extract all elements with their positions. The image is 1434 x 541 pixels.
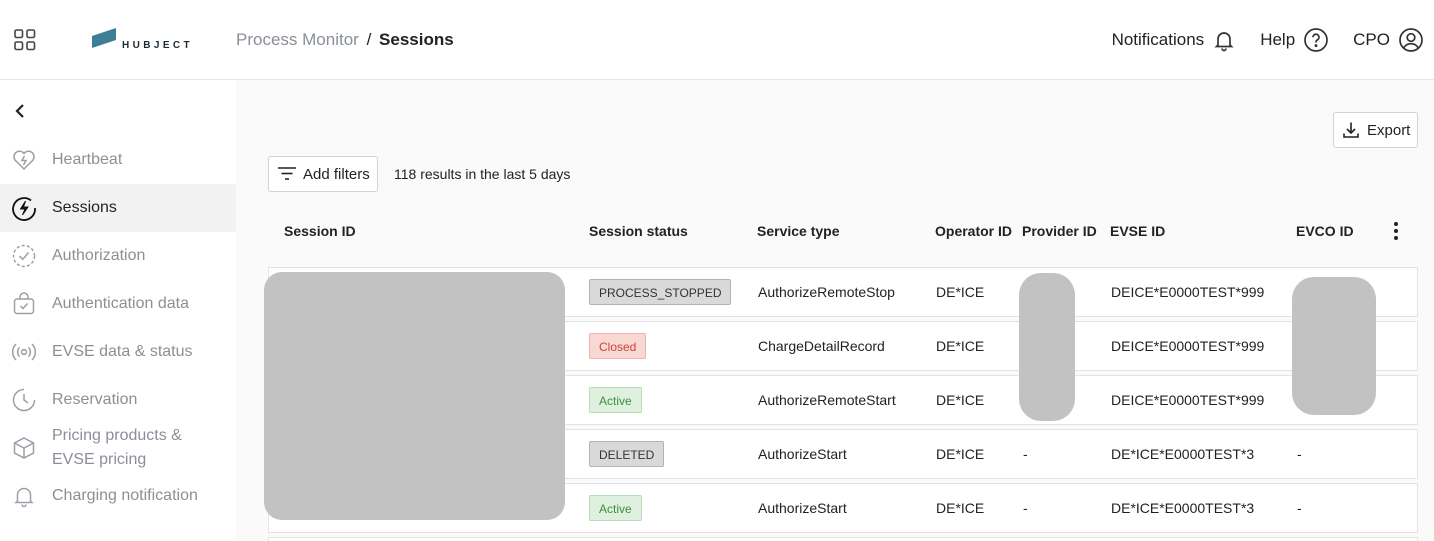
sidebar-item-reservation[interactable]: Reservation <box>0 376 236 424</box>
service-type-cell: AuthorizeRemoteStop <box>758 284 895 300</box>
sidebar-item-label: Pricing products & EVSE pricing <box>52 427 182 468</box>
breadcrumb-process-monitor[interactable]: Process Monitor <box>236 30 359 49</box>
download-icon <box>1343 122 1359 138</box>
broadcast-icon <box>12 343 36 361</box>
provider-id-cell: - <box>1023 500 1028 516</box>
column-header-session-id[interactable]: Session ID <box>284 223 356 239</box>
service-type-cell: ChargeDetailRecord <box>758 338 885 354</box>
column-header-evse-id[interactable]: EVSE ID <box>1110 223 1165 239</box>
breadcrumb: Process Monitor / Sessions <box>236 30 454 50</box>
breadcrumb-separator: / <box>366 30 372 49</box>
operator-id-cell: DE*ICE <box>936 446 985 462</box>
service-type-cell: AuthorizeStart <box>758 500 847 516</box>
operator-id-cell: DE*ICE <box>936 338 985 354</box>
sidebar-item-label: Heartbeat <box>52 151 123 168</box>
evse-id-cell: DEICE*E0000TEST*999 <box>1111 338 1265 354</box>
sidebar-item-label: Charging notification <box>52 487 198 504</box>
operator-id-cell: DE*ICE <box>936 284 985 300</box>
sidebar-item-label: Authentication data <box>52 295 189 312</box>
sidebar: Heartbeat Sessions Authorization Authent… <box>0 80 236 541</box>
bag-check-icon <box>13 292 35 315</box>
column-header-provider-id[interactable]: Provider ID <box>1022 223 1097 239</box>
status-badge: DELETED <box>589 441 665 467</box>
status-badge: Active <box>589 495 642 521</box>
evco-id-cell: - <box>1297 446 1302 462</box>
service-type-cell: AuthorizeStart <box>758 446 847 462</box>
sidebar-item-heartbeat[interactable]: Heartbeat <box>0 136 236 184</box>
evse-id-cell: DE*ICE*E0000TEST*3 <box>1111 500 1255 516</box>
column-header-evco-id[interactable]: EVCO ID <box>1296 223 1354 239</box>
notifications-button[interactable]: Notifications <box>1112 28 1237 52</box>
help-circle-icon <box>1304 28 1329 52</box>
sidebar-item-label: Sessions <box>52 199 117 216</box>
results-count: 118 results in the last 5 days <box>394 166 571 182</box>
sidebar-item-label: Authorization <box>52 247 146 264</box>
sidebar-item-authorization[interactable]: Authorization <box>0 232 236 280</box>
sidebar-item-pricing[interactable]: Pricing products & EVSE pricing <box>0 424 236 472</box>
operator-id-cell: DE*ICE <box>936 500 985 516</box>
redacted-provider-ids <box>1019 273 1075 421</box>
lightning-circle-icon <box>12 197 36 221</box>
header-actions: Notifications Help CPO <box>1088 26 1424 54</box>
clock-icon <box>12 388 36 412</box>
table-row[interactable] <box>268 537 1418 541</box>
user-avatar-icon <box>1399 28 1423 52</box>
top-bar: HUBJECT Process Monitor / Sessions Notif… <box>0 0 1434 80</box>
redacted-session-ids <box>264 272 565 520</box>
evse-id-cell: DE*ICE*E0000TEST*3 <box>1111 446 1255 462</box>
export-label: Export <box>1367 121 1411 139</box>
column-header-operator-id[interactable]: Operator ID <box>935 223 1012 239</box>
collapse-sidebar-icon[interactable] <box>11 102 29 120</box>
evse-id-cell: DEICE*E0000TEST*999 <box>1111 392 1265 408</box>
sidebar-item-label: EVSE data & status <box>52 343 193 360</box>
sidebar-item-charging-notification[interactable]: Charging notification <box>0 472 236 520</box>
bell-icon <box>14 487 34 508</box>
user-menu-button[interactable]: CPO <box>1353 27 1424 53</box>
bell-icon <box>1214 32 1234 52</box>
help-button[interactable]: Help <box>1260 27 1329 53</box>
column-options-icon[interactable] <box>1390 220 1402 242</box>
service-type-cell: AuthorizeRemoteStart <box>758 392 896 408</box>
add-filters-label: Add filters <box>303 165 370 183</box>
heart-pulse-icon <box>13 150 35 171</box>
box-icon <box>13 437 35 459</box>
status-badge: Closed <box>589 333 647 359</box>
evco-id-cell: - <box>1297 500 1302 516</box>
evse-id-cell: DEICE*E0000TEST*999 <box>1111 284 1265 300</box>
sidebar-item-evse-data[interactable]: EVSE data & status <box>0 328 236 376</box>
status-badge: PROCESS_STOPPED <box>589 279 732 305</box>
status-badge: Active <box>589 387 642 413</box>
add-filters-button[interactable]: Add filters <box>268 156 378 192</box>
export-button[interactable]: Export <box>1333 112 1418 148</box>
help-label: Help <box>1260 30 1296 49</box>
column-header-session-status[interactable]: Session status <box>589 223 688 239</box>
apps-grid-icon[interactable] <box>14 29 36 51</box>
sidebar-item-sessions[interactable]: Sessions <box>0 184 236 232</box>
redacted-evco-ids <box>1292 277 1376 415</box>
provider-id-cell: - <box>1023 446 1028 462</box>
user-role-label: CPO <box>1353 30 1390 49</box>
main-content: Export Add filters 118 results in the la… <box>236 80 1434 541</box>
logo-text: HUBJECT <box>122 40 194 51</box>
hubject-logo[interactable]: HUBJECT <box>90 26 190 52</box>
check-circle-dashed-icon <box>12 244 36 268</box>
sidebar-item-label: Reservation <box>52 391 138 408</box>
breadcrumb-current-page: Sessions <box>379 30 454 49</box>
sidebar-item-authentication-data[interactable]: Authentication data <box>0 280 236 328</box>
operator-id-cell: DE*ICE <box>936 392 985 408</box>
table-header: Session ID Session status Service type O… <box>268 220 1418 252</box>
column-header-service-type[interactable]: Service type <box>757 223 840 239</box>
notifications-label: Notifications <box>1111 30 1205 49</box>
filter-icon <box>278 167 296 180</box>
